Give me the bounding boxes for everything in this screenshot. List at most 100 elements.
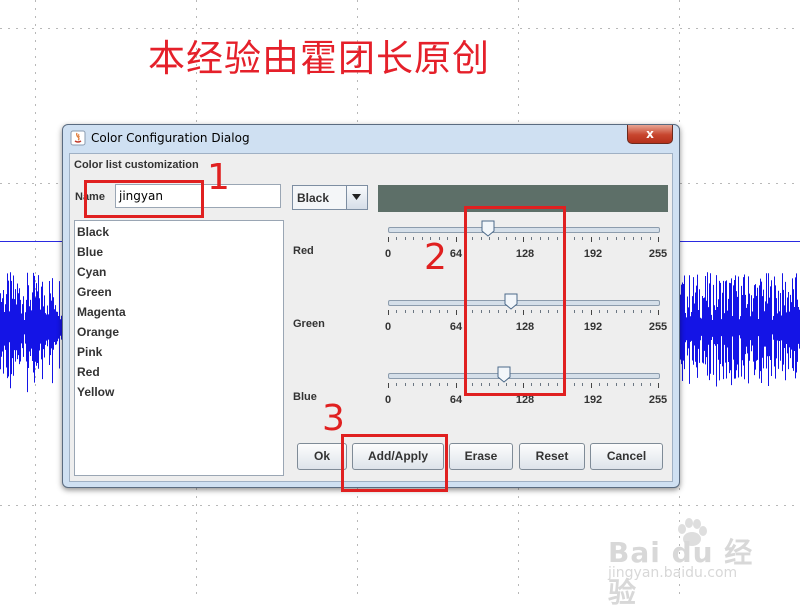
dialog-titlebar[interactable]: Color Configuration Dialog x [63,125,679,153]
reset-button[interactable]: Reset [519,443,585,470]
slider-tick [573,310,575,313]
list-item[interactable]: Cyan [77,265,106,279]
tick-label: 0 [384,321,392,333]
slider-tick [388,310,389,315]
annotation-box-2 [464,206,566,396]
slider-tick [624,383,626,386]
slider-tick [388,237,389,242]
list-item[interactable]: Pink [77,345,102,359]
ok-button[interactable]: Ok [297,443,347,470]
slider-tick [573,383,575,386]
slider-tick [658,310,659,315]
slider-tick [421,310,423,313]
slider-tick [404,310,406,313]
slider-tick [413,310,415,313]
slider-tick [649,383,651,386]
list-item[interactable]: Orange [77,325,119,339]
slider-tick [598,383,600,386]
slider-tick [582,310,584,313]
close-button[interactable]: x [627,125,673,144]
slider-tick [438,310,440,313]
slider-tick [396,237,398,240]
tick-label: 255 [648,394,668,406]
list-item[interactable]: Red [77,365,100,379]
slider-tick [590,383,592,388]
slider-tick [641,237,643,240]
close-icon: x [646,127,654,141]
slider-tick [396,383,398,386]
tick-label: 192 [583,394,603,406]
group-label: Color list customization [74,159,199,171]
watermark-url: jingyan.baidu.com [608,565,738,581]
tick-label: 192 [583,248,603,260]
chevron-down-icon [352,194,361,200]
slider-tick [455,310,457,315]
tick-label: 64 [449,394,463,406]
slider-tick [615,237,617,240]
slider-tick [590,237,592,242]
slider-tick [658,383,659,388]
red-label: Red [293,245,314,257]
java-app-icon [70,130,86,146]
tick-label: 0 [384,248,392,260]
color-select[interactable]: Black [292,185,368,210]
tick-label: 192 [583,321,603,333]
tick-label: 0 [384,394,392,406]
cancel-button[interactable]: Cancel [590,443,663,470]
slider-tick [455,383,457,388]
slider-tick [421,383,423,386]
baidu-watermark: Bai du 经验 jingyan.baidu.com [608,517,768,609]
slider-tick [447,310,449,313]
slider-tick [404,383,406,386]
slider-tick [421,237,423,240]
slider-tick [607,310,609,313]
slider-tick [598,237,600,240]
slider-tick [447,383,449,386]
dialog-title: Color Configuration Dialog [91,131,250,145]
watermark-title: 本经验由霍团长原创 [148,37,490,80]
slider-tick [641,310,643,313]
slider-tick [632,383,634,386]
slider-tick [573,237,575,240]
tick-label: 255 [648,248,668,260]
list-item[interactable]: Magenta [77,305,126,319]
slider-tick [658,237,659,242]
annotation-number-3: 3 [322,398,345,439]
slider-tick [582,237,584,240]
list-item[interactable]: Black [77,225,109,239]
tick-label: 64 [449,321,463,333]
slider-tick [641,383,643,386]
slider-tick [649,237,651,240]
green-label: Green [293,318,325,330]
slider-tick [455,237,457,242]
slider-tick [615,310,617,313]
tick-label: 64 [449,248,463,260]
slider-tick [413,383,415,386]
slider-tick [413,237,415,240]
annotation-number-2: 2 [424,237,447,278]
erase-button[interactable]: Erase [449,443,513,470]
color-select-arrow[interactable] [346,186,367,209]
list-item[interactable]: Yellow [77,385,114,399]
slider-tick [649,310,651,313]
list-item[interactable]: Blue [77,245,103,259]
annotation-number-1: 1 [207,157,230,198]
slider-tick [624,237,626,240]
slider-tick [430,383,432,386]
slider-tick [632,310,634,313]
slider-tick [624,310,626,313]
color-list[interactable]: Black Blue Cyan Green Magenta Orange Pin… [74,220,284,476]
slider-tick [396,310,398,313]
color-select-value: Black [297,191,330,205]
slider-tick [430,310,432,313]
slider-tick [607,237,609,240]
slider-tick [590,310,592,315]
annotation-box-3 [341,434,448,492]
slider-tick [447,237,449,240]
list-item[interactable]: Green [77,285,112,299]
slider-tick [632,237,634,240]
blue-label: Blue [293,391,317,403]
slider-tick [607,383,609,386]
slider-tick [598,310,600,313]
slider-tick [582,383,584,386]
